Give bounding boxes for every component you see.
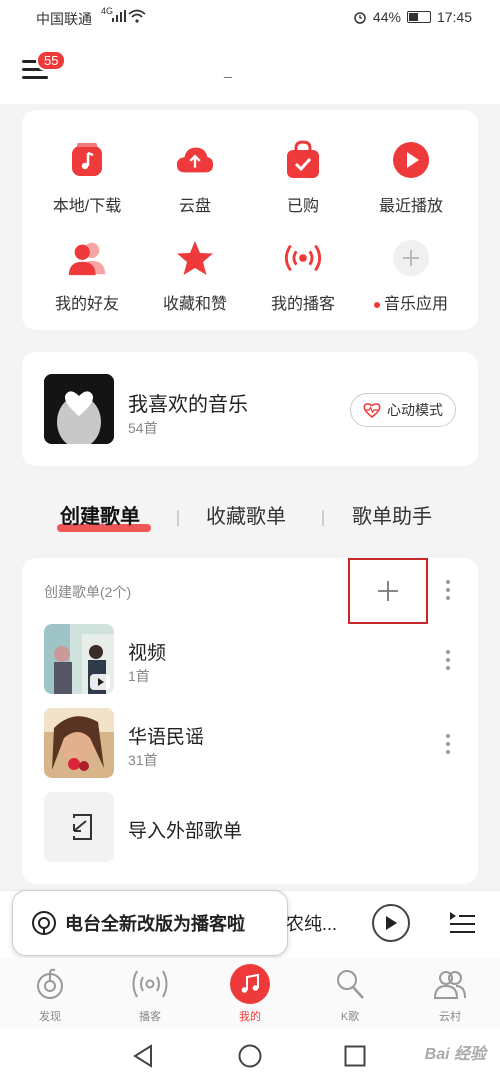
import-playlist-label: 导入外部歌单 (128, 821, 243, 842)
home-icon[interactable] (238, 1044, 262, 1068)
nav-podcast[interactable]: 播客 (110, 964, 190, 1024)
grid-label: 音乐应用 (383, 296, 448, 313)
friends-icon (67, 238, 107, 278)
grid-label: 已购 (286, 198, 319, 215)
grid-item-friends[interactable]: 我的好友 (30, 238, 144, 314)
playlists-header: 创建歌单(2个) (44, 584, 132, 600)
grid-label-wrap: 音乐应用 (354, 290, 468, 314)
nav-discover[interactable]: 发现 (10, 964, 90, 1024)
status-bar: 中国联通 4G 44% 17:45 (0, 0, 500, 36)
bottom-nav: 发现 播客 我的 K歌 云村 (0, 958, 500, 1028)
grid-label: 本地/下载 (52, 198, 122, 215)
playlist-cover (44, 624, 114, 694)
tab-collected-playlists[interactable]: 收藏歌单 (206, 500, 286, 529)
header-title: _ (224, 62, 232, 78)
playlist-name: 华语民谣 (128, 727, 205, 748)
top-bar: 55 _ (0, 36, 500, 104)
playlist-row[interactable]: 视频 1首 (44, 624, 464, 694)
cloud-upload-icon (175, 140, 215, 180)
music-note-icon (67, 140, 107, 180)
grid-label: 云盘 (178, 198, 211, 215)
playlist-more-icon[interactable] (445, 650, 451, 670)
carrier-label: 中国联通 (36, 11, 92, 27)
grid-item-local-download[interactable]: 本地/下载 (30, 140, 144, 216)
podcast-icon (283, 238, 323, 278)
grid-item-my-podcast[interactable]: 我的播客 (246, 238, 360, 314)
nav-label: 云村 (439, 1011, 461, 1023)
play-circle-icon (391, 140, 431, 180)
favorite-count: 54首 (128, 420, 158, 436)
shopping-bag-icon (283, 140, 323, 180)
clock: 17:45 (436, 9, 472, 25)
wifi-icon (128, 9, 146, 23)
star-icon (175, 238, 215, 278)
alarm-icon (354, 12, 366, 24)
nav-label: 发现 (39, 1011, 61, 1023)
add-playlist-button[interactable] (348, 558, 428, 624)
tooltip-text: 电台全新改版为播客啦 (65, 914, 245, 934)
favorite-music-card[interactable]: 我喜欢的音乐 54首 心动模式 (22, 352, 478, 466)
playlist-name: 视频 (128, 643, 167, 664)
play-icon (386, 916, 397, 930)
signal-icon (112, 10, 126, 22)
discover-icon (30, 964, 70, 1004)
import-playlist-row[interactable]: 导入外部歌单 (44, 792, 464, 862)
playlist-row[interactable]: 华语民谣 31首 (44, 708, 464, 778)
battery-percent: 44% (372, 9, 401, 25)
grid-item-purchased[interactable]: 已购 (246, 140, 360, 216)
microphone-icon (330, 964, 370, 1004)
back-icon[interactable] (132, 1044, 154, 1068)
watermark: Bai 经验 (424, 1046, 486, 1063)
podcast-icon (130, 964, 170, 1004)
nav-cloud-village[interactable]: 云村 (410, 964, 490, 1024)
nav-mine[interactable]: 我的 (210, 964, 290, 1024)
heartbeat-mode-button[interactable]: 心动模式 (350, 393, 456, 427)
plus-icon (378, 581, 398, 601)
tab-divider (177, 510, 179, 526)
grid-item-music-apps[interactable]: 音乐应用 (354, 238, 468, 314)
grid-item-cloud[interactable]: 云盘 (138, 140, 252, 216)
heartbeat-icon (363, 403, 381, 418)
plus-icon (391, 238, 431, 278)
new-dot (373, 301, 380, 308)
tab-created-playlists[interactable]: 创建歌单 (60, 500, 140, 529)
grid-item-favorites-likes[interactable]: 收藏和赞 (138, 238, 252, 314)
grid-item-recent-play[interactable]: 最近播放 (354, 140, 468, 216)
playlists-more-icon[interactable] (445, 580, 451, 600)
heartbeat-mode-label: 心动模式 (387, 402, 443, 418)
music-icon (230, 964, 270, 1004)
created-playlists-card: 创建歌单(2个) 视频 1首 华语民谣 31首 导入外部歌单 (22, 558, 478, 884)
battery-icon (406, 11, 431, 23)
playlist-queue-icon[interactable] (448, 908, 476, 936)
grid-label: 收藏和赞 (162, 296, 227, 313)
grid-label: 最近播放 (378, 198, 443, 215)
grid-label: 我的好友 (54, 296, 119, 313)
tab-playlist-assistant[interactable]: 歌单助手 (352, 500, 432, 529)
playlist-more-icon[interactable] (445, 734, 451, 754)
playlist-cover (44, 708, 114, 778)
podcast-tooltip[interactable]: 电台全新改版为播客啦 (12, 890, 288, 956)
favorite-title: 我喜欢的音乐 (128, 394, 248, 416)
quick-access-card: 本地/下载 云盘 已购 最近播放 我的好友 收藏和赞 我的播客 音乐应用 (22, 110, 478, 330)
nav-label: K歌 (340, 1011, 360, 1023)
recents-icon[interactable] (344, 1045, 366, 1067)
playlist-count: 31首 (128, 752, 158, 768)
nav-karaoke[interactable]: K歌 (310, 964, 390, 1024)
now-playing-title: 农纯... (286, 914, 338, 934)
podcast-icon (32, 911, 56, 935)
import-icon-box (44, 792, 114, 862)
playlist-count: 1首 (128, 668, 150, 684)
playlist-tabs: 创建歌单 收藏歌单 歌单助手 (0, 500, 500, 540)
import-icon (73, 814, 92, 840)
tab-divider (322, 510, 324, 526)
nav-label: 播客 (139, 1011, 161, 1023)
notification-badge: 55 (36, 50, 67, 71)
play-button[interactable] (372, 904, 410, 942)
grid-label: 我的播客 (270, 296, 335, 313)
nav-label: 我的 (239, 1011, 261, 1023)
community-icon (430, 964, 470, 1004)
favorite-cover (44, 374, 114, 444)
